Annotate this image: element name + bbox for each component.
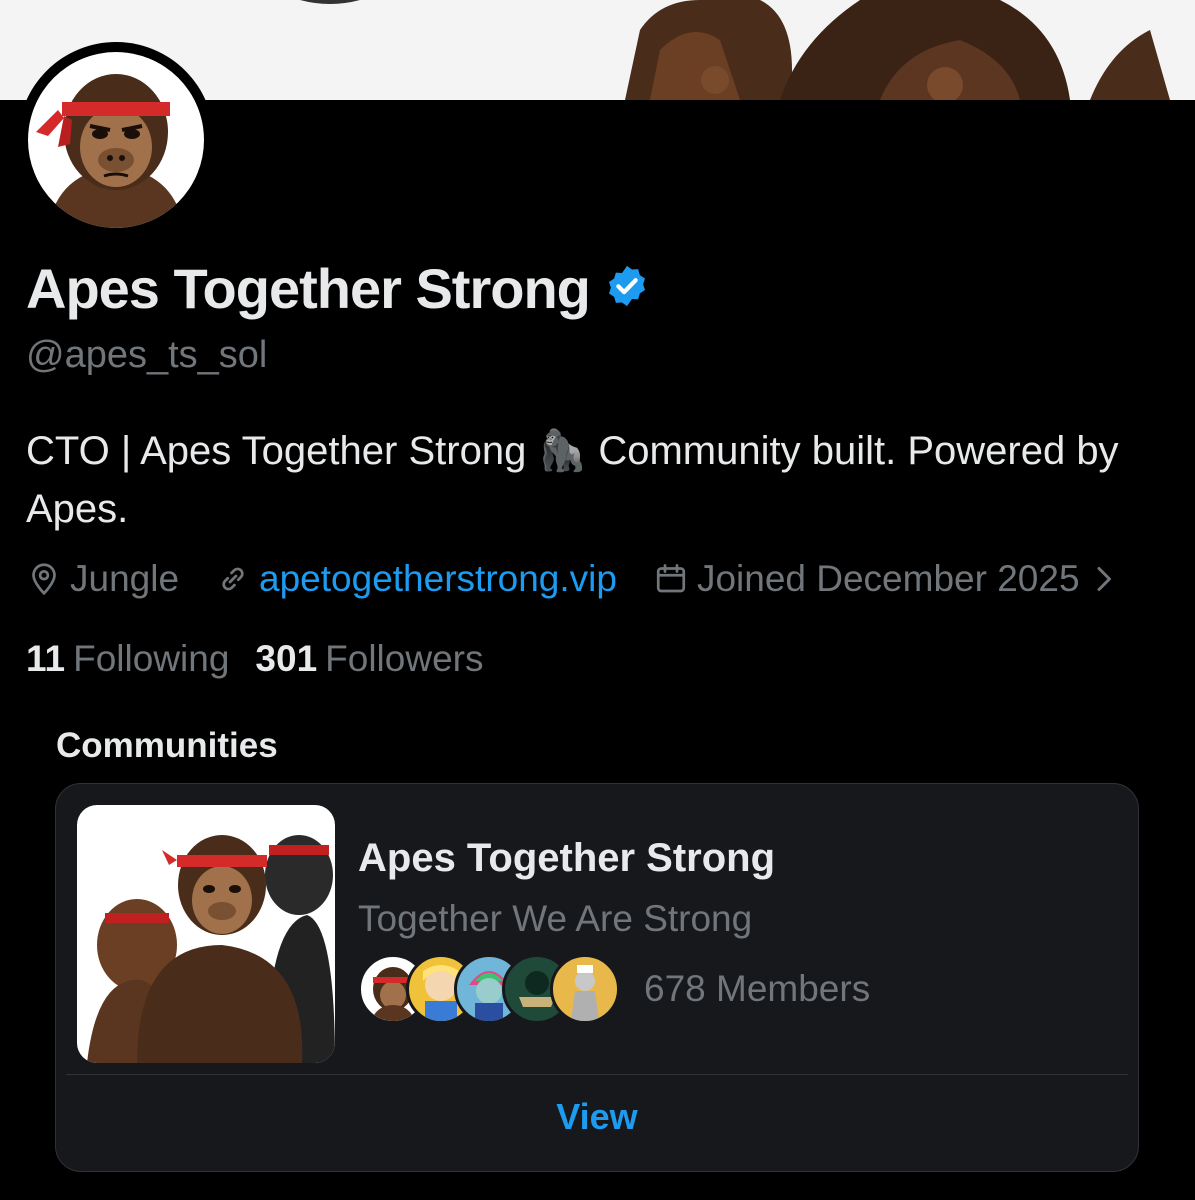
following-label: Following	[73, 638, 230, 679]
profile-meta-row: Jungle apetogetherstrong.vip Joined Dece…	[26, 558, 1118, 600]
link-icon	[222, 567, 244, 591]
card-divider	[66, 1074, 1128, 1075]
location-text: Jungle	[70, 558, 180, 599]
profile-stats: 11 Following 301 Followers	[26, 638, 483, 680]
community-image	[77, 805, 335, 1063]
calendar-icon	[656, 564, 686, 593]
community-members: 678 Members	[358, 954, 870, 1024]
profile-name-row: Apes Together Strong	[26, 256, 650, 321]
joined-text: Joined December 2025	[696, 558, 1080, 599]
profile-location: Jungle	[26, 558, 179, 600]
community-subtitle: Together We Are Strong	[358, 898, 753, 939]
chevron-right-icon[interactable]	[1092, 561, 1118, 597]
view-community-button[interactable]: View	[56, 1096, 1138, 1138]
verified-badge-icon[interactable]	[604, 263, 650, 314]
community-card[interactable]: Apes Together Strong Together We Are Str…	[55, 783, 1139, 1172]
apes-group-illustration	[87, 835, 335, 1063]
ape-avatar-image	[36, 74, 184, 228]
profile-bio: CTO | Apes Together Strong 🦍 Community b…	[26, 429, 1119, 531]
communities-heading: Communities	[56, 726, 278, 765]
followers-count: 301	[255, 638, 318, 679]
profile-joined: Joined December 2025	[653, 558, 1080, 600]
following-link[interactable]: 11 Following	[26, 638, 229, 680]
followers-link[interactable]: 301 Followers	[255, 638, 483, 680]
profile-avatar[interactable]	[18, 42, 214, 238]
member-avatar	[550, 954, 620, 1024]
member-count: 678 Members	[644, 968, 871, 1009]
profile-handle: @apes_ts_sol	[26, 334, 268, 376]
profile-website[interactable]: apetogetherstrong.vip	[215, 558, 617, 600]
community-title: Apes Together Strong	[358, 836, 776, 880]
website-link[interactable]: apetogetherstrong.vip	[259, 558, 617, 600]
followers-label: Followers	[325, 638, 484, 679]
following-count: 11	[26, 638, 66, 679]
profile-name: Apes Together Strong	[26, 257, 591, 320]
location-pin-icon	[32, 563, 56, 596]
